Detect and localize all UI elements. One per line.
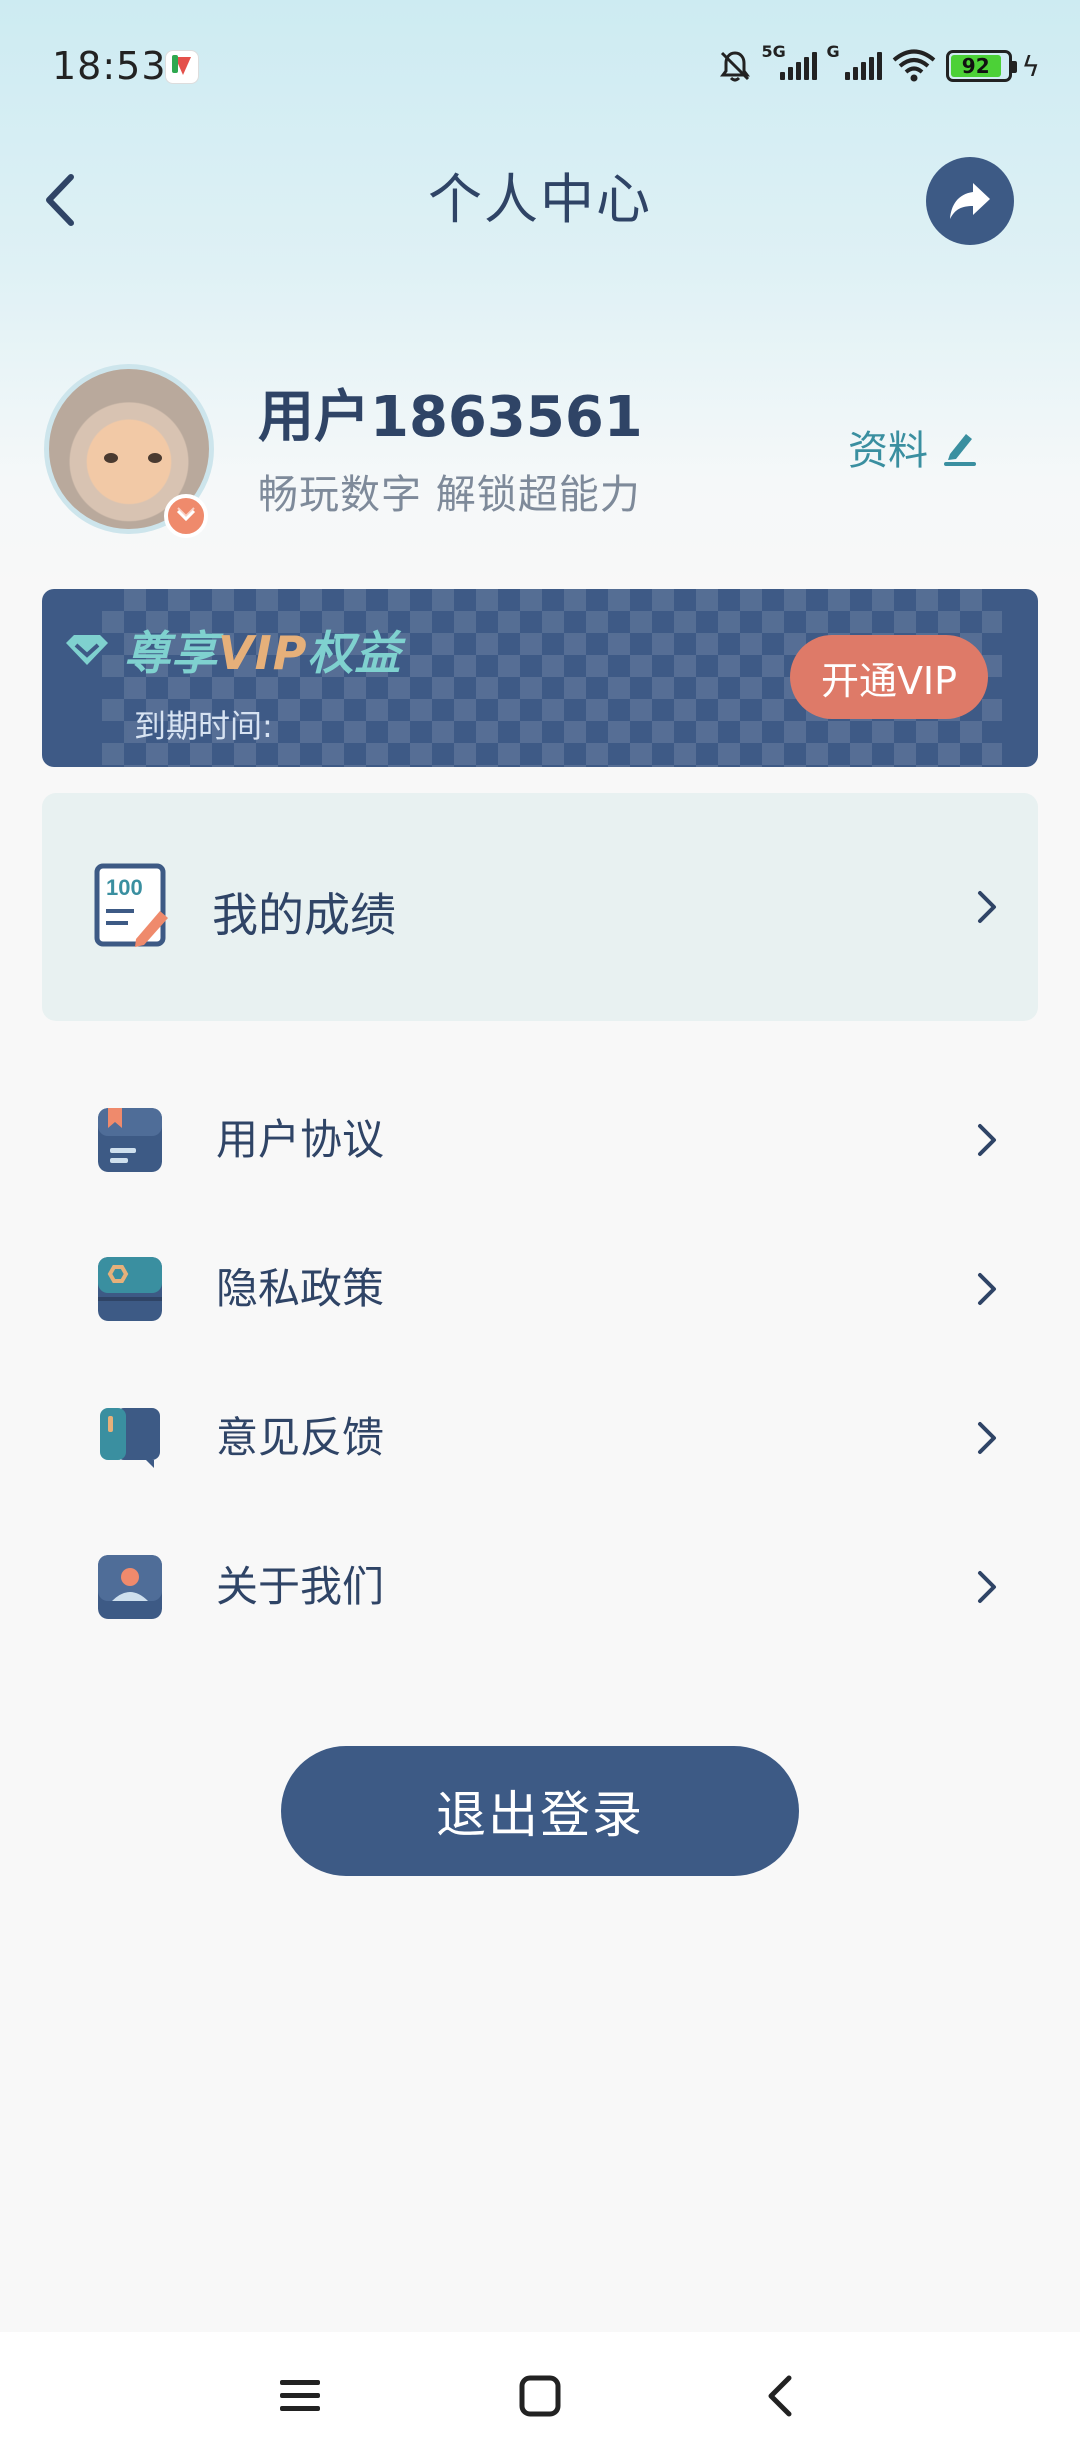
feedback-icon xyxy=(100,1408,160,1468)
vip-title: 尊享VIP权益 xyxy=(64,617,401,683)
battery-icon: 92 xyxy=(945,50,1017,82)
chevron-right-icon xyxy=(978,1571,996,1603)
chevron-right-icon xyxy=(978,1124,996,1156)
menu-item-feedback[interactable]: 意见反馈 xyxy=(42,1378,1038,1498)
back-triangle-icon xyxy=(768,2375,792,2417)
vip-title-suffix: 权益 xyxy=(307,626,402,680)
status-bar: 18:53 5G G 92 ϟ xyxy=(0,0,1080,135)
system-back-button[interactable] xyxy=(740,2360,820,2432)
menu-item-label: 关于我们 xyxy=(216,1562,385,1611)
page-title: 个人中心 xyxy=(428,168,652,231)
menu-lines-icon xyxy=(280,2380,320,2411)
wifi-icon xyxy=(892,49,935,82)
chevron-right-icon xyxy=(978,1422,996,1454)
share-button[interactable] xyxy=(926,157,1014,245)
status-indicators: 5G G 92 ϟ xyxy=(718,42,1040,88)
menu-item-label: 意见反馈 xyxy=(216,1413,385,1462)
square-home-icon xyxy=(519,2375,561,2417)
vip-title-vip: VIP xyxy=(218,626,308,680)
username: 用户1863561 xyxy=(258,385,643,450)
menu-item-label: 隐私政策 xyxy=(216,1264,385,1313)
vip-card[interactable]: 尊享VIP权益 到期时间: 开通VIP xyxy=(42,589,1038,767)
avatar[interactable] xyxy=(44,364,214,538)
home-button[interactable] xyxy=(500,2360,580,2432)
system-nav-bar xyxy=(0,2332,1080,2460)
vip-expire-label: 到期时间: xyxy=(134,707,273,745)
menu-item-user-agreement[interactable]: 用户协议 xyxy=(42,1080,1038,1200)
cell-signal-1-icon: 5G xyxy=(762,42,817,80)
share-arrow-icon xyxy=(950,183,990,219)
svg-text:100: 100 xyxy=(106,875,143,900)
download-app-icon xyxy=(165,50,199,84)
logout-button[interactable]: 退出登录 xyxy=(281,1746,799,1876)
bell-off-icon xyxy=(719,51,750,82)
menu-item-label: 用户协议 xyxy=(216,1115,385,1164)
my-scores-label: 我的成绩 xyxy=(212,888,396,942)
score-report-icon: 100 xyxy=(94,863,168,947)
edit-profile-label: 资料 xyxy=(848,428,928,474)
status-time: 18:53 xyxy=(52,44,167,88)
vip-title-prefix: 尊享 xyxy=(124,626,218,680)
avatar-badge-icon xyxy=(164,494,208,538)
edit-profile-button[interactable]: 资料 xyxy=(848,418,978,476)
diamond-icon xyxy=(66,635,108,665)
privacy-icon xyxy=(98,1257,162,1321)
user-slogan: 畅玩数字 解锁超能力 xyxy=(258,472,641,518)
recent-apps-button[interactable] xyxy=(260,2360,340,2432)
about-us-icon xyxy=(98,1555,162,1619)
charging-icon: ϟ xyxy=(1021,49,1040,83)
menu-item-privacy-policy[interactable]: 隐私政策 xyxy=(42,1229,1038,1349)
agreement-icon xyxy=(98,1108,162,1172)
cell-signal-2-icon: G xyxy=(827,42,882,80)
my-scores-item[interactable]: 100 我的成绩 xyxy=(42,793,1038,1021)
chevron-right-icon xyxy=(978,1273,996,1305)
open-vip-button[interactable]: 开通VIP xyxy=(790,635,988,719)
chevron-right-icon xyxy=(978,891,996,923)
pencil-icon xyxy=(944,434,976,466)
menu-item-about-us[interactable]: 关于我们 xyxy=(42,1527,1038,1647)
